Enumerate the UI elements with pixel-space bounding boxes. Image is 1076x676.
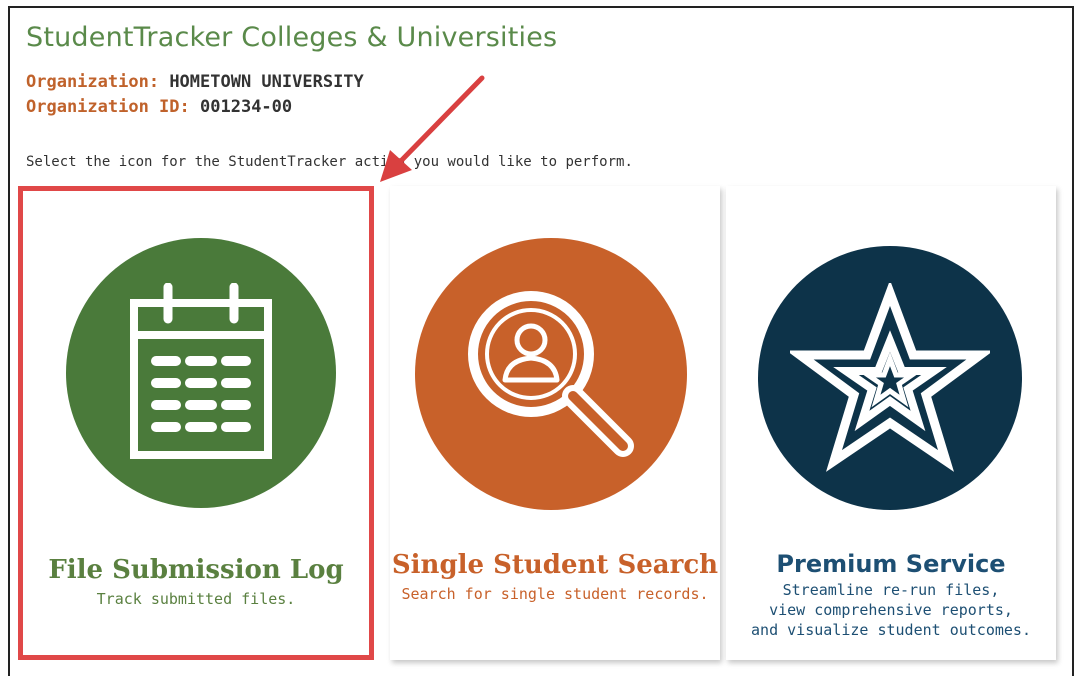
- premium-service-subtitle-line: Streamline re-run files,: [782, 581, 1000, 599]
- student-search-icon: [468, 291, 634, 457]
- calendar-icon: [130, 283, 272, 459]
- organization-id-line: Organization ID: 001234-00: [26, 97, 292, 117]
- file-submission-log-tile[interactable]: File Submission Log Track submitted file…: [18, 186, 374, 660]
- file-submission-log-subtitle: Track submitted files.: [96, 590, 296, 608]
- organization-label: Organization:: [26, 72, 160, 92]
- premium-service-tile[interactable]: Premium Service Streamline re-run files,…: [726, 186, 1056, 660]
- premium-service-subtitle: Streamline re-run files, view comprehens…: [726, 580, 1056, 640]
- instruction-text: Select the icon for the StudentTracker a…: [26, 154, 633, 170]
- single-student-search-tile[interactable]: Single Student Search Search for single …: [390, 186, 720, 660]
- star-icon: [790, 283, 990, 472]
- premium-service-title: Premium Service: [776, 550, 1006, 578]
- premium-service-circle: [758, 246, 1022, 510]
- single-student-search-subtitle: Search for single student records.: [401, 585, 709, 603]
- single-student-search-circle: [415, 238, 687, 510]
- organization-value: HOMETOWN UNIVERSITY: [169, 72, 364, 92]
- organization-id-label: Organization ID:: [26, 97, 190, 117]
- file-submission-log-title: File Submission Log: [48, 555, 344, 585]
- organization-line: Organization: HOMETOWN UNIVERSITY: [26, 72, 364, 92]
- premium-service-subtitle-line: view comprehensive reports,: [769, 601, 1013, 619]
- organization-id-value: 001234-00: [200, 97, 293, 117]
- premium-service-subtitle-line: and visualize student outcomes.: [751, 621, 1031, 639]
- app-title: StudentTracker Colleges & Universities: [26, 22, 558, 53]
- single-student-search-title: Single Student Search: [391, 550, 719, 580]
- file-submission-log-circle: [66, 238, 336, 508]
